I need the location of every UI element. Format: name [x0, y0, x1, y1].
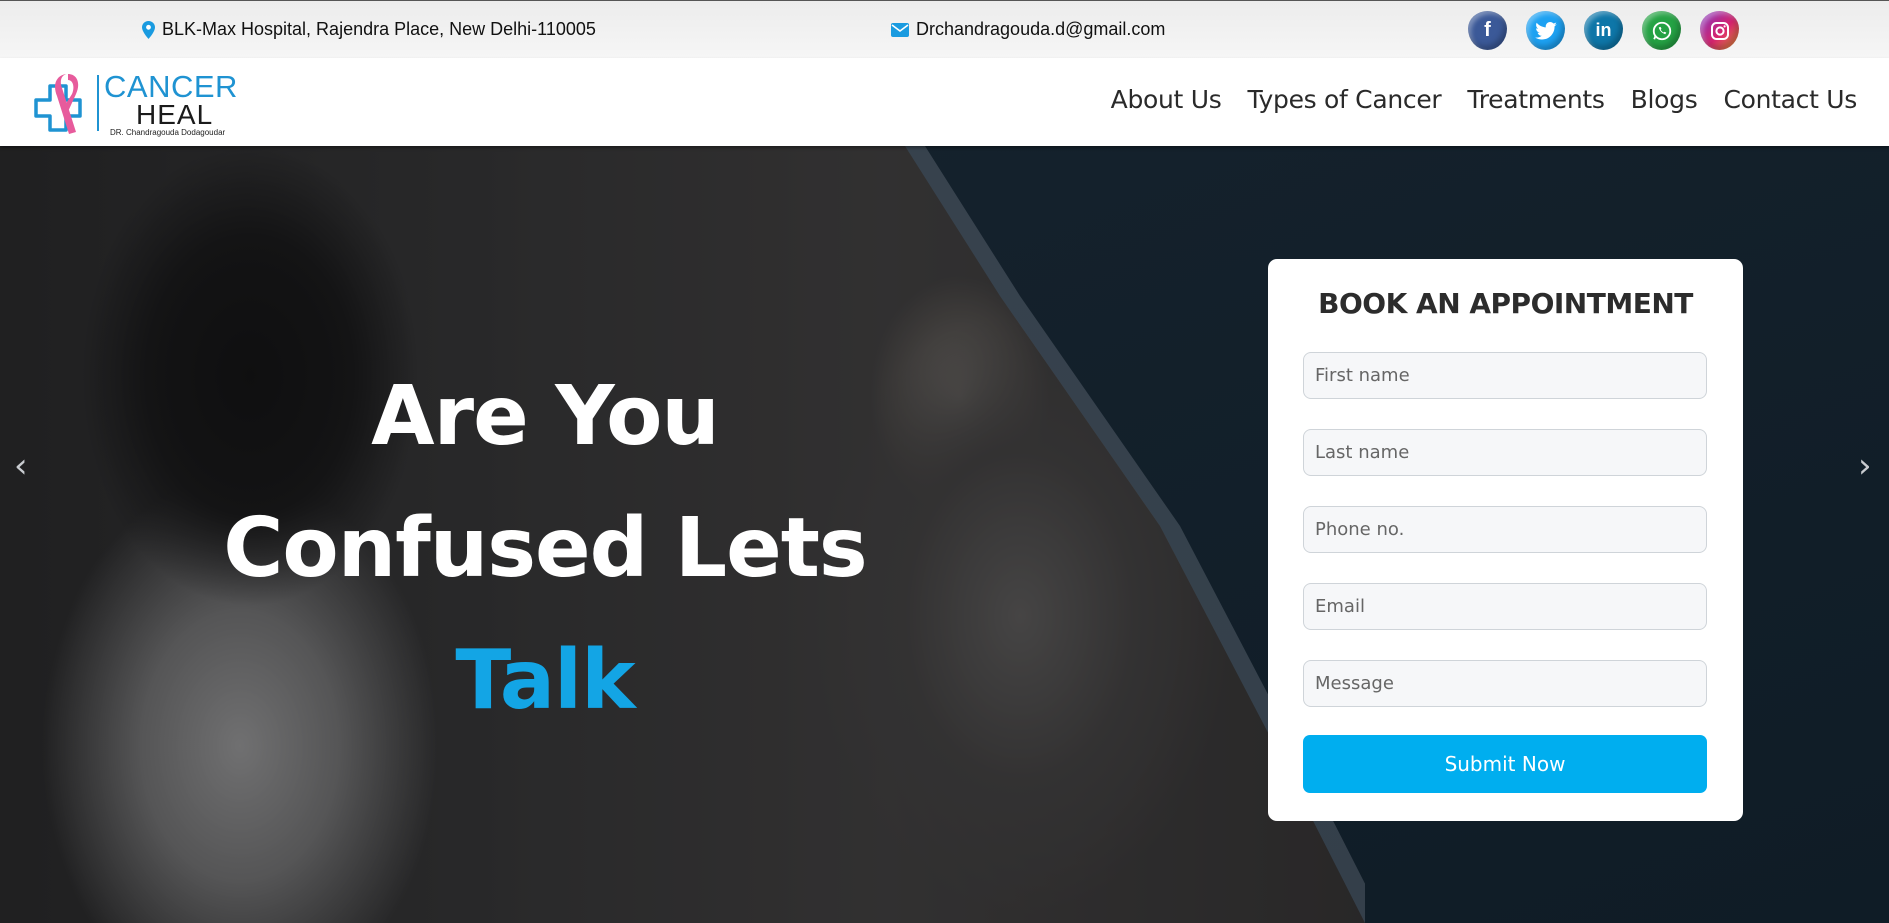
form-fields	[1303, 352, 1707, 737]
logo-divider	[97, 75, 99, 131]
facebook-icon[interactable]: f	[1468, 11, 1507, 50]
twitter-icon[interactable]	[1526, 11, 1565, 50]
appointment-form: BOOK AN APPOINTMENT Submit Now	[1268, 259, 1743, 821]
nav-blogs[interactable]: Blogs	[1631, 85, 1698, 114]
hero-line-2: Confused Lets	[223, 501, 867, 596]
instagram-icon[interactable]	[1700, 11, 1739, 50]
envelope-icon	[891, 22, 909, 37]
hero-carousel: Are You Confused Lets Talk ‹ › BOOK AN A…	[0, 146, 1889, 923]
logo-text-heal: HEAL	[136, 99, 214, 130]
nav-treatments[interactable]: Treatments	[1467, 85, 1605, 114]
location-pin-icon	[142, 20, 155, 39]
email-input[interactable]	[1303, 583, 1707, 630]
hero-line-3: Talk	[455, 633, 635, 728]
email-info[interactable]: Drchandragouda.d@gmail.com	[891, 19, 1165, 40]
nav-contact-us[interactable]: Contact Us	[1723, 85, 1857, 114]
submit-now-button[interactable]: Submit Now	[1303, 735, 1707, 793]
nav-types-of-cancer[interactable]: Types of Cancer	[1247, 85, 1441, 114]
top-contact-bar: BLK-Max Hospital, Rajendra Place, New De…	[0, 0, 1889, 58]
nav-menu: About Us Types of Cancer Treatments Blog…	[1111, 85, 1858, 114]
main-navbar: CANCER HEAL DR. Chandragouda Dodagoudar …	[0, 58, 1889, 146]
linkedin-icon[interactable]: in	[1584, 11, 1623, 50]
phone-input[interactable]	[1303, 506, 1707, 553]
message-input[interactable]	[1303, 660, 1707, 707]
nav-about-us[interactable]: About Us	[1111, 85, 1222, 114]
last-name-input[interactable]	[1303, 429, 1707, 476]
logo-tagline: DR. Chandragouda Dodagoudar	[110, 128, 226, 137]
address-info: BLK-Max Hospital, Rajendra Place, New De…	[142, 19, 596, 40]
site-logo[interactable]: CANCER HEAL DR. Chandragouda Dodagoudar	[32, 69, 242, 139]
address-text: BLK-Max Hospital, Rajendra Place, New De…	[162, 19, 596, 39]
email-text[interactable]: Drchandragouda.d@gmail.com	[916, 19, 1165, 40]
carousel-prev-arrow-icon[interactable]: ‹	[14, 446, 28, 486]
hero-line-1: Are You	[371, 369, 720, 464]
social-links: f in	[1468, 11, 1739, 50]
carousel-next-arrow-icon[interactable]: ›	[1858, 446, 1872, 486]
hero-headline: Are You Confused Lets Talk	[140, 351, 950, 747]
cross-ribbon-logo-icon	[34, 74, 82, 134]
form-title: BOOK AN APPOINTMENT	[1318, 287, 1693, 320]
first-name-input[interactable]	[1303, 352, 1707, 399]
whatsapp-icon[interactable]	[1642, 11, 1681, 50]
